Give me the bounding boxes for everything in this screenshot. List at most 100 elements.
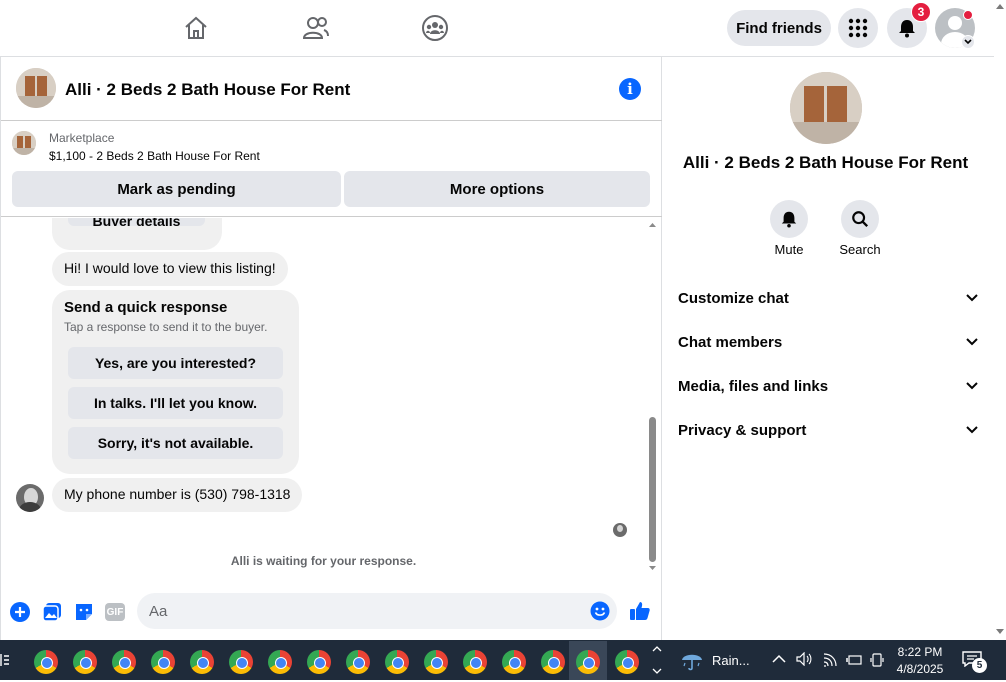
quick-response-title: Send a quick response bbox=[64, 299, 228, 316]
more-options-button[interactable]: More options bbox=[344, 171, 650, 207]
section-chat-members[interactable]: Chat members bbox=[678, 330, 978, 354]
chat-panel: Alli · 2 Beds 2 Bath House For Rent i Ma… bbox=[0, 57, 662, 640]
chrome-app-icon[interactable] bbox=[268, 650, 292, 674]
quick-response-talks-button[interactable]: In talks. I'll let you know. bbox=[68, 387, 283, 419]
chrome-app-icon[interactable] bbox=[307, 650, 331, 674]
grid-icon bbox=[848, 18, 868, 38]
task-view-icon[interactable] bbox=[0, 650, 10, 670]
find-friends-button[interactable]: Find friends bbox=[727, 10, 831, 46]
clock-time[interactable]: 8:22 PM bbox=[892, 645, 948, 659]
search-label: Search bbox=[839, 242, 881, 257]
quick-response-subtitle: Tap a response to send it to the buyer. bbox=[64, 320, 268, 334]
listing-small-thumbnail[interactable] bbox=[12, 131, 36, 155]
chrome-app-icon[interactable] bbox=[502, 650, 526, 674]
notification-count-badge: 3 bbox=[911, 2, 931, 22]
rain-umbrella-icon[interactable] bbox=[680, 650, 704, 672]
listing-profile-image[interactable] bbox=[790, 72, 862, 144]
chevron-down-icon bbox=[966, 382, 978, 390]
scroll-down-icon[interactable] bbox=[648, 565, 657, 571]
volume-icon[interactable] bbox=[796, 652, 812, 666]
mute-label: Mute bbox=[774, 242, 804, 257]
chrome-app-icon[interactable] bbox=[346, 650, 370, 674]
quick-response-yes-button[interactable]: Yes, are you interested? bbox=[68, 347, 283, 379]
chrome-app-icon[interactable] bbox=[541, 650, 565, 674]
status-dot bbox=[963, 10, 973, 20]
notification-center-icon[interactable]: 5 bbox=[962, 651, 987, 673]
message-text: My phone number is (530) 798-1318 bbox=[64, 486, 291, 502]
weather-label[interactable]: Rain... bbox=[712, 653, 750, 668]
menu-grid-button[interactable] bbox=[838, 8, 878, 48]
conversation-details-panel: Alli · 2 Beds 2 Bath House For Rent Mute… bbox=[663, 57, 994, 640]
top-navigation-bar: Find friends 3 bbox=[0, 0, 994, 57]
device-icon[interactable] bbox=[870, 652, 884, 668]
mute-button[interactable] bbox=[770, 200, 808, 238]
chrome-app-icon[interactable] bbox=[151, 650, 175, 674]
buyer-details-bubble: Buyer details bbox=[52, 218, 222, 250]
gif-icon[interactable]: GIF bbox=[105, 603, 125, 621]
chrome-app-icon[interactable] bbox=[424, 650, 448, 674]
quick-response-card: Send a quick response Tap a response to … bbox=[52, 290, 299, 474]
chevron-down-icon bbox=[966, 338, 978, 346]
search-button[interactable] bbox=[841, 200, 879, 238]
chrome-app-icon[interactable] bbox=[576, 650, 600, 674]
message-list: Buyer details Hi! I would love to view t… bbox=[1, 218, 646, 575]
message-bubble: Hi! I would love to view this listing! bbox=[52, 252, 288, 286]
mark-as-pending-button[interactable]: Mark as pending bbox=[12, 171, 341, 207]
section-label: Privacy & support bbox=[678, 421, 807, 439]
marketplace-label: Marketplace bbox=[49, 131, 115, 145]
chrome-app-icon[interactable] bbox=[229, 650, 253, 674]
notification-center-badge: 5 bbox=[972, 658, 987, 673]
chevron-up-icon[interactable] bbox=[772, 654, 786, 664]
section-privacy-support[interactable]: Privacy & support bbox=[678, 418, 978, 442]
marketplace-listing-bar: Marketplace $1,100 - 2 Beds 2 Bath House… bbox=[1, 121, 662, 217]
message-input[interactable] bbox=[137, 593, 617, 629]
listing-thumbnail[interactable] bbox=[16, 68, 56, 108]
chevron-down-icon bbox=[966, 294, 978, 302]
sender-avatar[interactable] bbox=[16, 484, 44, 512]
chrome-app-icon[interactable] bbox=[385, 650, 409, 674]
chevron-down-icon bbox=[966, 426, 978, 434]
chrome-app-icon[interactable] bbox=[190, 650, 214, 674]
section-label: Customize chat bbox=[678, 289, 789, 307]
friends-icon[interactable] bbox=[296, 10, 336, 46]
home-icon[interactable] bbox=[176, 10, 216, 46]
sticker-icon[interactable] bbox=[73, 601, 95, 623]
seen-receipt-avatar bbox=[613, 523, 627, 537]
scroll-up-icon[interactable] bbox=[996, 3, 1004, 9]
scrollbar-thumb[interactable] bbox=[649, 417, 656, 562]
section-customize-chat[interactable]: Customize chat bbox=[678, 286, 978, 310]
clock-date[interactable]: 4/8/2025 bbox=[892, 662, 948, 676]
chrome-app-icon[interactable] bbox=[34, 650, 58, 674]
like-icon[interactable] bbox=[628, 599, 652, 623]
buyer-details-button[interactable]: Buyer details bbox=[68, 218, 205, 226]
message-text: Hi! I would love to view this listing! bbox=[64, 260, 276, 276]
conversation-title: Alli · 2 Beds 2 Bath House For Rent bbox=[682, 153, 969, 172]
chrome-app-icon[interactable] bbox=[615, 650, 639, 674]
listing-price-title[interactable]: $1,100 - 2 Beds 2 Bath House For Rent bbox=[49, 149, 260, 163]
account-chevron-icon[interactable] bbox=[961, 35, 975, 49]
search-icon bbox=[852, 211, 869, 228]
chrome-app-icon[interactable] bbox=[112, 650, 136, 674]
section-media-files-links[interactable]: Media, files and links bbox=[678, 374, 978, 398]
plus-icon[interactable] bbox=[9, 601, 31, 623]
battery-icon[interactable] bbox=[846, 654, 862, 666]
info-icon[interactable]: i bbox=[619, 78, 641, 100]
wifi-icon[interactable] bbox=[822, 653, 838, 667]
photo-icon[interactable] bbox=[41, 601, 63, 623]
bell-icon bbox=[899, 20, 915, 38]
scroll-down-icon[interactable] bbox=[996, 629, 1004, 635]
chrome-app-icon[interactable] bbox=[73, 650, 97, 674]
quick-response-not-available-button[interactable]: Sorry, it's not available. bbox=[68, 427, 283, 459]
scroll-up-icon[interactable] bbox=[648, 222, 657, 228]
chat-title[interactable]: Alli · 2 Beds 2 Bath House For Rent bbox=[65, 80, 350, 100]
bell-icon bbox=[781, 211, 797, 228]
window-scrollbar[interactable] bbox=[994, 0, 1006, 640]
taskbar-overflow-arrows[interactable] bbox=[652, 643, 662, 677]
emoji-icon[interactable] bbox=[590, 601, 610, 621]
section-label: Media, files and links bbox=[678, 377, 829, 395]
groups-icon[interactable] bbox=[415, 10, 455, 46]
chrome-app-icon[interactable] bbox=[463, 650, 487, 674]
message-bubble: My phone number is (530) 798-1318 bbox=[52, 478, 303, 512]
section-label: Chat members bbox=[678, 333, 783, 351]
chat-header: Alli · 2 Beds 2 Bath House For Rent i bbox=[1, 57, 662, 121]
